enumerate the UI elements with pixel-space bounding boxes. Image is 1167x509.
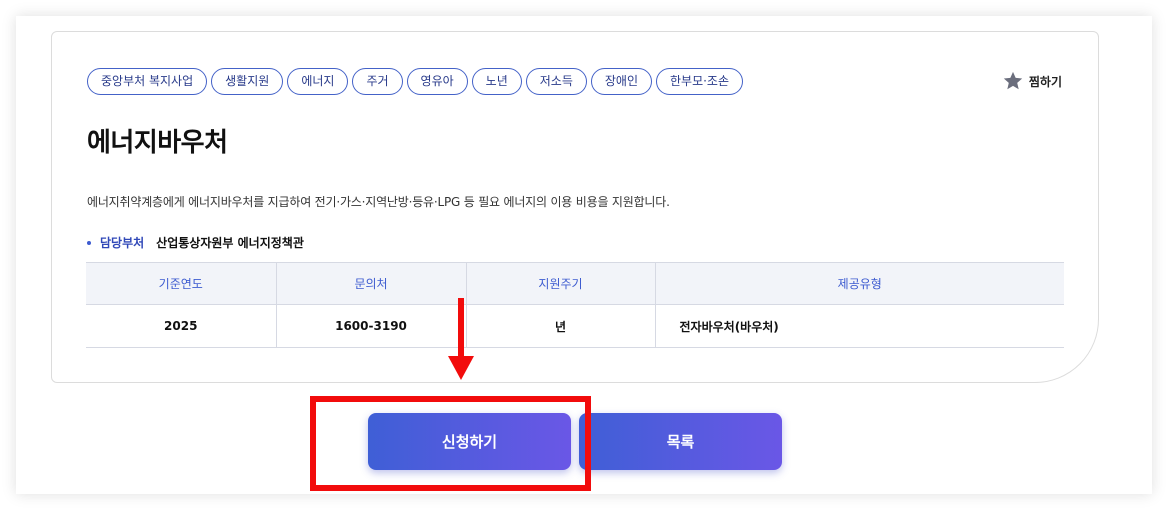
cell-contact: 1600-3190	[276, 304, 467, 348]
tag-infant[interactable]: 영유아	[406, 68, 468, 95]
tag-list: 중앙부처 복지사업 생활지원 에너지 주거 영유아 노년 저소득 장애인 한부모…	[87, 68, 744, 95]
star-icon	[1003, 71, 1023, 90]
header-support-cycle: 지원주기	[466, 262, 656, 305]
list-button[interactable]: 목록	[579, 413, 782, 470]
cell-support-cycle: 년	[466, 304, 656, 348]
tag-living-support[interactable]: 생활지원	[211, 68, 284, 95]
tag-central-welfare[interactable]: 중앙부처 복지사업	[87, 68, 208, 95]
bullet-icon	[87, 240, 91, 245]
service-description: 에너지취약계층에게 에너지바우처를 지급하여 전기·가스·지역난방·등유·LPG…	[87, 195, 670, 209]
tag-energy[interactable]: 에너지	[287, 68, 349, 95]
red-arrow-annotation	[448, 298, 474, 380]
service-info-table: 기준연도 문의처 지원주기 제공유형 2025 1600-3190 년 전자바우…	[86, 262, 1064, 348]
header-base-year: 기준연도	[86, 262, 277, 305]
tag-single-parent[interactable]: 한부모·조손	[656, 68, 744, 95]
tag-housing[interactable]: 주거	[352, 68, 403, 95]
cell-provision-type: 전자바우처(바우처)	[655, 304, 1064, 348]
tag-elderly[interactable]: 노년	[471, 68, 522, 95]
department-value: 산업통상자원부 에너지정책관	[156, 236, 304, 250]
table-row: 2025 1600-3190 년 전자바우처(바우처)	[86, 304, 1064, 348]
favorite-button[interactable]: 찜하기	[1002, 70, 1062, 92]
tag-low-income[interactable]: 저소득	[525, 68, 587, 95]
tag-disabled[interactable]: 장애인	[590, 68, 652, 95]
header-contact: 문의처	[276, 262, 467, 305]
cell-base-year: 2025	[86, 304, 277, 348]
favorite-label: 찜하기	[1028, 74, 1062, 89]
table-header-row: 기준연도 문의처 지원주기 제공유형	[86, 262, 1064, 305]
red-highlight-box-annotation	[310, 396, 591, 491]
service-detail-card: 중앙부처 복지사업 생활지원 에너지 주거 영유아 노년 저소득 장애인 한부모…	[51, 31, 1099, 383]
page-title: 에너지바우처	[87, 128, 228, 158]
department-label: 담당부처	[100, 236, 145, 250]
header-provision-type: 제공유형	[655, 262, 1064, 305]
department-info: 담당부처 산업통상자원부 에너지정책관	[87, 234, 304, 251]
